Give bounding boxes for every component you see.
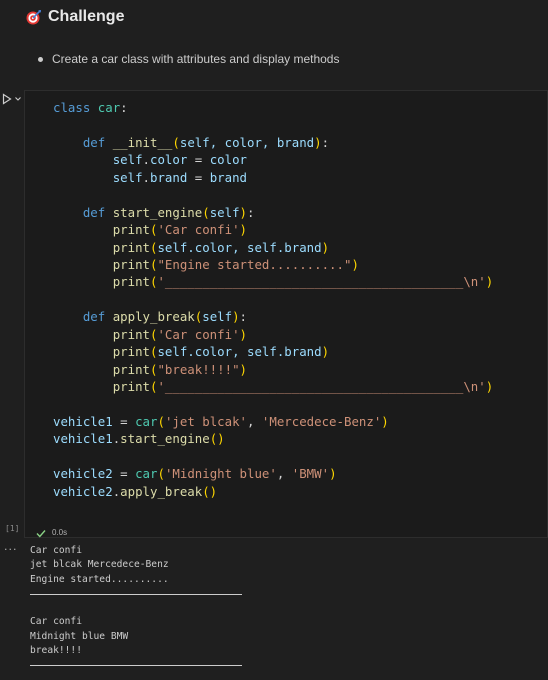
bullet-text: Create a car class with attributes and d… [52, 52, 340, 66]
markdown-cell[interactable]: Challenge Create a car class with attrib… [0, 0, 548, 88]
output-line: Car confi [30, 545, 82, 556]
run-cell-button[interactable] [2, 92, 24, 106]
cell-output: Car confi jet blcak Mercedece-Benz Engin… [30, 544, 540, 673]
play-icon[interactable] [2, 93, 12, 105]
chevron-down-icon[interactable] [14, 95, 22, 103]
code-line: print('_________________________________… [112, 379, 494, 394]
code-line: def apply_break(self): [82, 309, 248, 325]
code-cell[interactable]: class car: def __init__(self, color, bra… [24, 90, 548, 538]
output-underscore-line [30, 658, 540, 672]
code-editor[interactable]: class car: def __init__(self, color, bra… [53, 99, 543, 499]
code-line: def __init__(self, color, brand): [82, 134, 330, 150]
check-icon [36, 523, 46, 542]
code-line: print("Engine started..........") [112, 256, 359, 272]
code-line: self.brand = brand [112, 169, 248, 185]
code-line: print(self.color, self.brand) [112, 344, 330, 360]
dart-target-icon [26, 9, 42, 25]
output-line: Car confi [30, 616, 82, 628]
code-line: vehicle2.apply_break() [53, 483, 218, 499]
code-line: print('_________________________________… [112, 274, 494, 290]
execution-time: 0.0s [52, 528, 68, 537]
output-line: jet blcak Mercedece-Benz [30, 559, 169, 571]
output-actions-menu[interactable]: ... [4, 540, 18, 553]
code-line: print('Car confi') [112, 326, 247, 342]
execution-status: 0.0s [36, 523, 67, 542]
code-line: class car: [53, 100, 128, 115]
bullet-item: Create a car class with attributes and d… [38, 52, 339, 66]
bullet-dot [38, 56, 43, 62]
code-line: def start_engine(self): [82, 204, 255, 220]
code-line: vehicle2 = car('Midnight blue', 'BMW') [53, 466, 337, 482]
output-underscore-line [30, 587, 540, 601]
code-line: print("break!!!!") [112, 361, 247, 377]
code-line: vehicle1.start_engine() [53, 431, 225, 447]
execution-count: [1] [5, 524, 20, 533]
output-line: break!!!! [30, 645, 82, 657]
output-line: Engine started.......... [30, 573, 169, 585]
code-line: print(self.color, self.brand) [112, 239, 330, 255]
code-line: self.color = color [112, 152, 248, 168]
challenge-heading: Challenge [26, 8, 124, 26]
code-line: vehicle1 = car('jet blcak', 'Mercedece-B… [53, 413, 389, 429]
output-line: Midnight blue BMW [30, 630, 129, 642]
heading-text: Challenge [48, 8, 125, 25]
code-line: print('Car confi') [112, 222, 247, 238]
